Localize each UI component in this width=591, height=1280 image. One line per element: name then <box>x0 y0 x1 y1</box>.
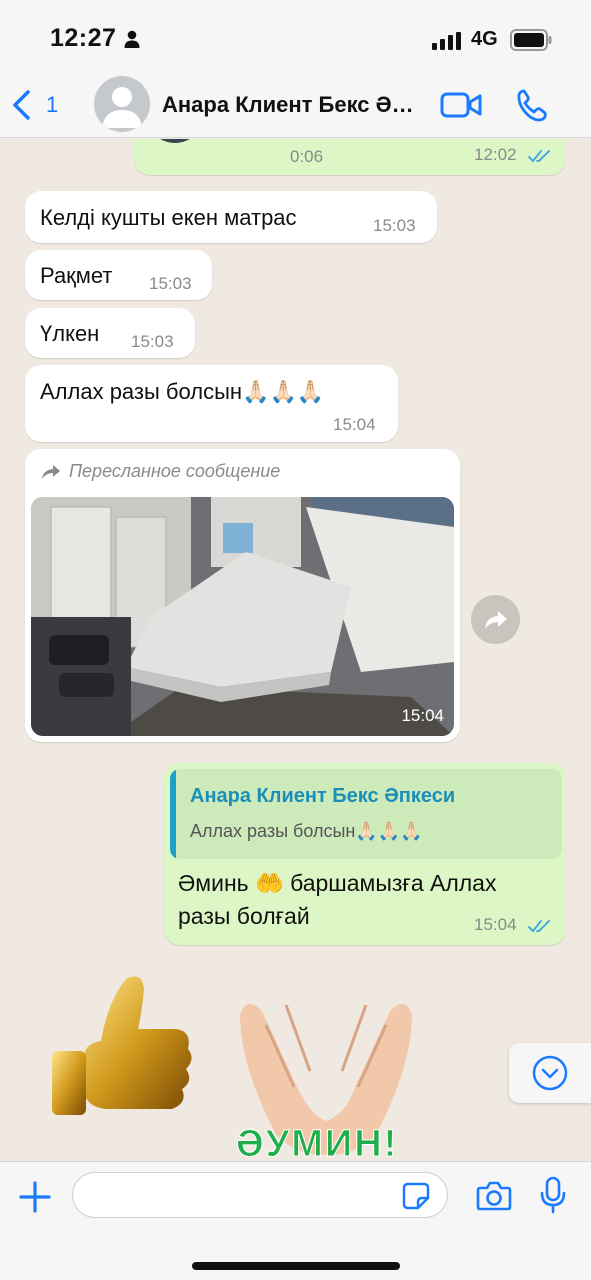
incoming-message-bubble[interactable]: Үлкен 15:03 <box>25 308 195 358</box>
forwarded-label: Пересланное сообщение <box>41 461 280 482</box>
forward-button[interactable] <box>471 595 520 644</box>
chevron-down-icon <box>532 1055 568 1091</box>
battery-icon <box>510 29 552 51</box>
voice-duration: 0:06 <box>290 147 324 166</box>
camera-icon[interactable] <box>476 1180 512 1212</box>
network-label: 4G <box>471 28 498 50</box>
unread-count: 1 <box>46 92 59 117</box>
avatar[interactable] <box>94 76 150 132</box>
phone-icon[interactable] <box>515 88 549 122</box>
read-ticks-icon <box>528 920 550 933</box>
incoming-message-bubble[interactable]: Келді кушты екен матрас 15:03 <box>25 191 437 243</box>
back-button[interactable]: 1 <box>10 86 58 124</box>
quote-text: Аллах разы болсын🙏🏻🙏🏻🙏🏻 <box>190 821 423 841</box>
forwarded-label-text: Пересланное сообщение <box>69 461 281 481</box>
sticker-caption: ӘУМИН! <box>235 1123 399 1162</box>
home-indicator <box>192 1262 400 1270</box>
scroll-down-button[interactable] <box>509 1043 591 1103</box>
voice-avatar <box>146 139 204 143</box>
message-time: 15:04 <box>474 915 517 934</box>
chat-area[interactable]: 0:06 12:02 Келді кушты екен матрас 15:03… <box>0 139 591 1161</box>
back-chevron-icon <box>13 90 30 120</box>
voice-message-bubble[interactable]: 0:06 12:02 <box>134 139 566 175</box>
quoted-message[interactable]: Анара Клиент Бекс Әпкеси Аллах разы болс… <box>170 769 562 859</box>
chat-header: 1 Анара Клиент Бекс Әпкеси <box>0 72 591 138</box>
incoming-message-bubble[interactable]: Аллах разы болсын🙏🏻🙏🏻🙏🏻 15:04 <box>25 365 398 442</box>
message-input[interactable] <box>72 1172 448 1218</box>
forwarded-photo-bubble[interactable]: Пересланное сообщение 15:04 <box>25 449 460 742</box>
read-ticks-icon <box>528 150 550 163</box>
message-time: 12:02 <box>474 145 517 164</box>
status-time: 12:27 <box>50 24 117 52</box>
thumbs-up-sticker[interactable] <box>46 971 196 1141</box>
message-text-line-1: Әминь 🤲 баршамызға Аллах <box>178 870 497 896</box>
incoming-message-bubble[interactable]: Рақмет 15:03 <box>25 250 212 300</box>
video-camera-icon[interactable] <box>440 90 482 120</box>
forward-arrow-icon <box>484 610 507 629</box>
message-time: 15:03 <box>373 216 416 235</box>
message-text: Келді кушты екен матрас <box>40 205 297 230</box>
person-icon <box>124 30 140 48</box>
message-time: 15:04 <box>333 415 376 434</box>
input-bar <box>0 1161 591 1280</box>
quote-bar <box>170 769 176 859</box>
mattress-photo <box>31 497 454 736</box>
microphone-icon[interactable] <box>540 1176 566 1214</box>
message-time: 15:03 <box>131 332 174 351</box>
signal-icon <box>432 32 461 50</box>
plus-icon[interactable] <box>18 1180 52 1214</box>
message-text: Үлкен <box>40 321 100 346</box>
quote-author: Анара Клиент Бекс Әпкеси <box>190 785 456 807</box>
status-bar: 12:27 4G <box>0 0 591 72</box>
forward-arrow-small-icon <box>42 464 60 479</box>
avatar-placeholder-icon <box>102 87 142 128</box>
message-time: 15:03 <box>149 274 192 293</box>
outgoing-reply-bubble[interactable]: Анара Клиент Бекс Әпкеси Аллах разы болс… <box>164 763 566 945</box>
photo-time: 15:04 <box>401 706 444 725</box>
contact-name[interactable]: Анара Клиент Бекс Әпкеси <box>162 92 424 118</box>
photo-image[interactable]: 15:04 <box>31 497 454 736</box>
sticker-icon[interactable] <box>402 1182 430 1210</box>
message-text: Аллах разы болсын🙏🏻🙏🏻🙏🏻 <box>40 379 325 404</box>
message-text-line-2: разы болғай <box>178 903 310 929</box>
message-text: Рақмет <box>40 263 113 288</box>
